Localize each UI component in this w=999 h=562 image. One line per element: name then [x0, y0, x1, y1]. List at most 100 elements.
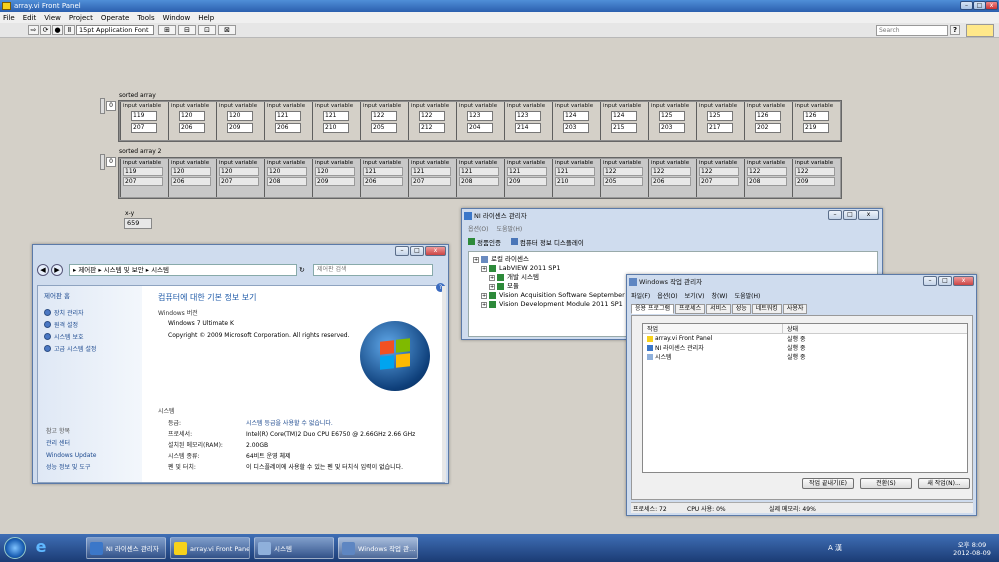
element-value-a[interactable]: 120 — [315, 167, 355, 176]
minimize-button[interactable]: – — [923, 276, 937, 286]
tab-3[interactable]: 성능 — [731, 304, 751, 314]
taskbar-item-task-manager[interactable]: Windows 작업 관... — [338, 537, 418, 559]
element-value-a[interactable]: 124 — [563, 111, 589, 121]
switch-to-button[interactable]: 전환(S) — [860, 478, 912, 489]
distribute-objects-icon[interactable]: ⊟ — [178, 25, 196, 35]
element-value-b[interactable]: 206 — [179, 123, 205, 133]
element-value-b[interactable]: 207 — [219, 177, 259, 186]
minimize-button[interactable]: – — [395, 246, 409, 256]
element-value-b[interactable]: 204 — [467, 123, 493, 133]
element-value-b[interactable]: 206 — [651, 177, 691, 186]
element-value-a[interactable]: 119 — [131, 111, 157, 121]
element-value-b[interactable]: 208 — [747, 177, 787, 186]
labview-titlebar[interactable]: array.vi Front Panel – □ x — [0, 0, 999, 12]
task-row[interactable]: NI 라이센스 관리자 실행 중 — [643, 343, 967, 352]
element-value-b[interactable]: 205 — [371, 123, 397, 133]
element-value-a[interactable]: 119 — [123, 167, 163, 176]
element-value-b[interactable]: 209 — [795, 177, 835, 186]
ime-indicator[interactable]: A 漢 — [828, 543, 842, 553]
display-computer-info-button[interactable]: 컴퓨터 정보 디스플레이 — [510, 237, 584, 247]
task-row[interactable]: array.vi Front Panel 실행 중 — [643, 334, 967, 343]
element-value-b[interactable]: 210 — [323, 123, 349, 133]
element-value-b[interactable]: 212 — [419, 123, 445, 133]
run-arrow-icon[interactable]: ⇨ — [28, 25, 39, 35]
element-value-a[interactable]: 121 — [555, 167, 595, 176]
element-value-a[interactable]: 123 — [467, 111, 493, 121]
element-value-a[interactable]: 122 — [795, 167, 835, 176]
start-button[interactable] — [4, 537, 26, 559]
tm-menu-item[interactable]: 창(W) — [711, 291, 727, 300]
element-value-a[interactable]: 123 — [515, 111, 541, 121]
element-value-a[interactable]: 125 — [659, 111, 685, 121]
help-icon[interactable]: ? — [950, 25, 960, 35]
element-value-b[interactable]: 203 — [659, 123, 685, 133]
minimize-button[interactable]: – — [828, 210, 842, 220]
element-value-a[interactable]: 122 — [371, 111, 397, 121]
expand-icon[interactable]: + — [473, 256, 479, 263]
align-objects-icon[interactable]: ⊞ — [158, 25, 176, 35]
control-panel-home-link[interactable]: 제어판 홈 — [44, 290, 142, 300]
element-value-a[interactable]: 121 — [323, 111, 349, 121]
see-also-link[interactable]: 관리 센터 — [46, 438, 96, 450]
tab-2[interactable]: 서비스 — [706, 304, 731, 314]
sorted-array-2-index[interactable]: 0 — [106, 157, 116, 167]
element-value-b[interactable]: 219 — [803, 123, 829, 133]
element-value-b[interactable]: 206 — [363, 177, 403, 186]
element-value-a[interactable]: 121 — [363, 167, 403, 176]
element-value-a[interactable]: 120 — [267, 167, 307, 176]
menu-edit[interactable]: Edit — [23, 14, 37, 22]
tree-node[interactable]: + 로컬 라이센스 — [473, 255, 877, 264]
tab-0[interactable]: 응용 프로그램 — [631, 304, 675, 314]
element-value-b[interactable]: 207 — [123, 177, 163, 186]
taskbar-item-ni-license[interactable]: NI 라이센스 관리자 — [86, 537, 166, 559]
element-value-b[interactable]: 205 — [603, 177, 643, 186]
new-task-button[interactable]: 새 작업(N)... — [918, 478, 970, 489]
expand-icon[interactable]: + — [489, 283, 495, 290]
expand-icon[interactable]: + — [481, 301, 487, 308]
sidebar-link[interactable]: 시스템 보호 — [44, 330, 142, 342]
tm-menu-item[interactable]: 옵션(O) — [657, 291, 677, 300]
element-value-a[interactable]: 120 — [171, 167, 211, 176]
pause-icon[interactable]: Ⅱ — [64, 25, 75, 35]
element-value-b[interactable]: 202 — [755, 123, 781, 133]
element-value-b[interactable]: 206 — [275, 123, 301, 133]
search-input[interactable]: Search — [876, 25, 948, 36]
status-column-header[interactable]: 상태 — [783, 324, 798, 333]
tm-menu-item[interactable]: 도움말(H) — [735, 291, 761, 300]
refresh-icon[interactable]: ↻ — [299, 266, 309, 274]
resize-objects-icon[interactable]: ⊡ — [198, 25, 216, 35]
abort-icon[interactable]: ● — [52, 25, 63, 35]
expand-icon[interactable]: + — [481, 265, 487, 272]
tab-5[interactable]: 사용자 — [782, 304, 808, 314]
activate-button[interactable]: 정품인증 — [468, 237, 501, 247]
element-value-b[interactable]: 206 — [171, 177, 211, 186]
tm-menu-item[interactable]: 보기(V) — [685, 291, 705, 300]
expand-icon[interactable]: + — [489, 274, 495, 281]
sidebar-link[interactable]: 고급 시스템 설정 — [44, 342, 142, 354]
element-value-a[interactable]: 121 — [275, 111, 301, 121]
element-value-a[interactable]: 121 — [459, 167, 499, 176]
close-button[interactable]: x — [953, 276, 974, 286]
element-value-b[interactable]: 203 — [563, 123, 589, 133]
element-value-b[interactable]: 209 — [315, 177, 355, 186]
task-manager-window[interactable]: Windows 작업 관리자 – □ x 파일(F) 옵션(O) 보기(V) 창(W)… — [626, 274, 977, 516]
sidebar-link[interactable]: 원격 설정 — [44, 318, 142, 330]
element-value-b[interactable]: 209 — [507, 177, 547, 186]
element-value-a[interactable]: 121 — [507, 167, 547, 176]
close-button[interactable]: x — [858, 210, 879, 220]
element-value-a[interactable]: 120 — [219, 167, 259, 176]
menu-view[interactable]: View — [44, 14, 61, 22]
element-value-b[interactable]: 214 — [515, 123, 541, 133]
element-value-b[interactable]: 215 — [611, 123, 637, 133]
element-value-a[interactable]: 122 — [699, 167, 739, 176]
element-value-a[interactable]: 126 — [755, 111, 781, 121]
scrollbar[interactable] — [442, 286, 446, 482]
see-also-link[interactable]: 성능 정보 및 도구 — [46, 462, 96, 474]
task-column-header[interactable]: 작업 — [643, 324, 783, 333]
element-value-b[interactable]: 208 — [459, 177, 499, 186]
info-value[interactable]: 시스템 등급을 사용할 수 없습니다. — [246, 418, 333, 429]
element-value-b[interactable]: 210 — [555, 177, 595, 186]
taskbar-item-labview[interactable]: array.vi Front Panel — [170, 537, 250, 559]
maximize-button[interactable]: □ — [843, 210, 857, 220]
close-button[interactable]: x — [425, 246, 446, 256]
